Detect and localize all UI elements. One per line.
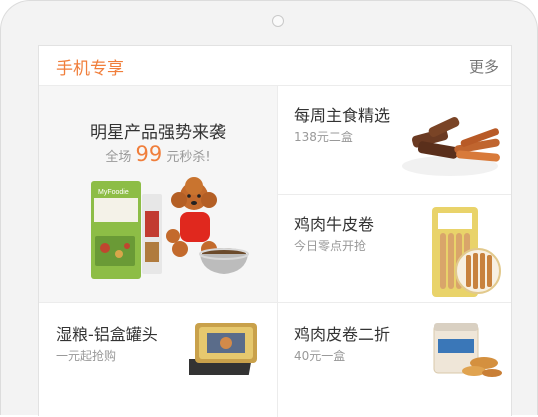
card-subtitle: 40元一盒: [294, 349, 346, 363]
more-link[interactable]: 更多: [469, 56, 499, 77]
jerky-plate-image: [402, 117, 500, 176]
poodle-dog-icon: [166, 177, 217, 257]
product-card-wet-food-tins[interactable]: 湿粮-铝盒罐头 一元起抢购: [39, 303, 277, 417]
hero-product-image: MyFoodie: [91, 177, 249, 279]
hero-promo-card[interactable]: 明星产品强势来袭 全场 99 元秒杀! MyFoodie: [39, 86, 277, 302]
section-title: 手机专享: [56, 59, 124, 79]
bag-brand-text: MyFoodie: [98, 189, 129, 196]
food-bowl-icon: [199, 248, 249, 274]
tablet-frame: 手机专享 更多 明星产品强势来袭 全场 99 元秒杀! MyFoodie 每周主…: [0, 0, 538, 417]
product-card-weekly-staple[interactable]: 每周主食精选 138元二盒: [278, 86, 511, 194]
card-title: 鸡肉牛皮卷: [294, 215, 375, 234]
card-subtitle: 今日零点开抢: [294, 239, 367, 253]
food-bag-icon: MyFoodie: [91, 181, 141, 279]
rawhide-pack-image: [432, 207, 501, 297]
camera-icon: [272, 15, 284, 27]
mobile-exclusive-panel: 手机专享 更多 明星产品强势来袭 全场 99 元秒杀! MyFoodie 每周主…: [38, 45, 512, 417]
product-card-chicken-rawhide[interactable]: 鸡肉牛皮卷 今日零点开抢: [278, 195, 511, 302]
panel-header: 手机专享 更多: [39, 46, 511, 86]
food-bag-small-icon: [142, 194, 162, 274]
tin-tray-image: [189, 323, 257, 375]
card-title: 湿粮-铝盒罐头: [56, 325, 158, 344]
product-card-chicken-roll-sale[interactable]: 鸡肉皮卷二折 40元一盒: [278, 303, 511, 417]
card-subtitle: 138元二盒: [294, 130, 353, 144]
card-title: 每周主食精选: [294, 106, 391, 125]
card-title: 鸡肉皮卷二折: [294, 325, 391, 344]
card-subtitle: 一元起抢购: [56, 349, 117, 363]
treat-jar-image: [433, 323, 502, 377]
